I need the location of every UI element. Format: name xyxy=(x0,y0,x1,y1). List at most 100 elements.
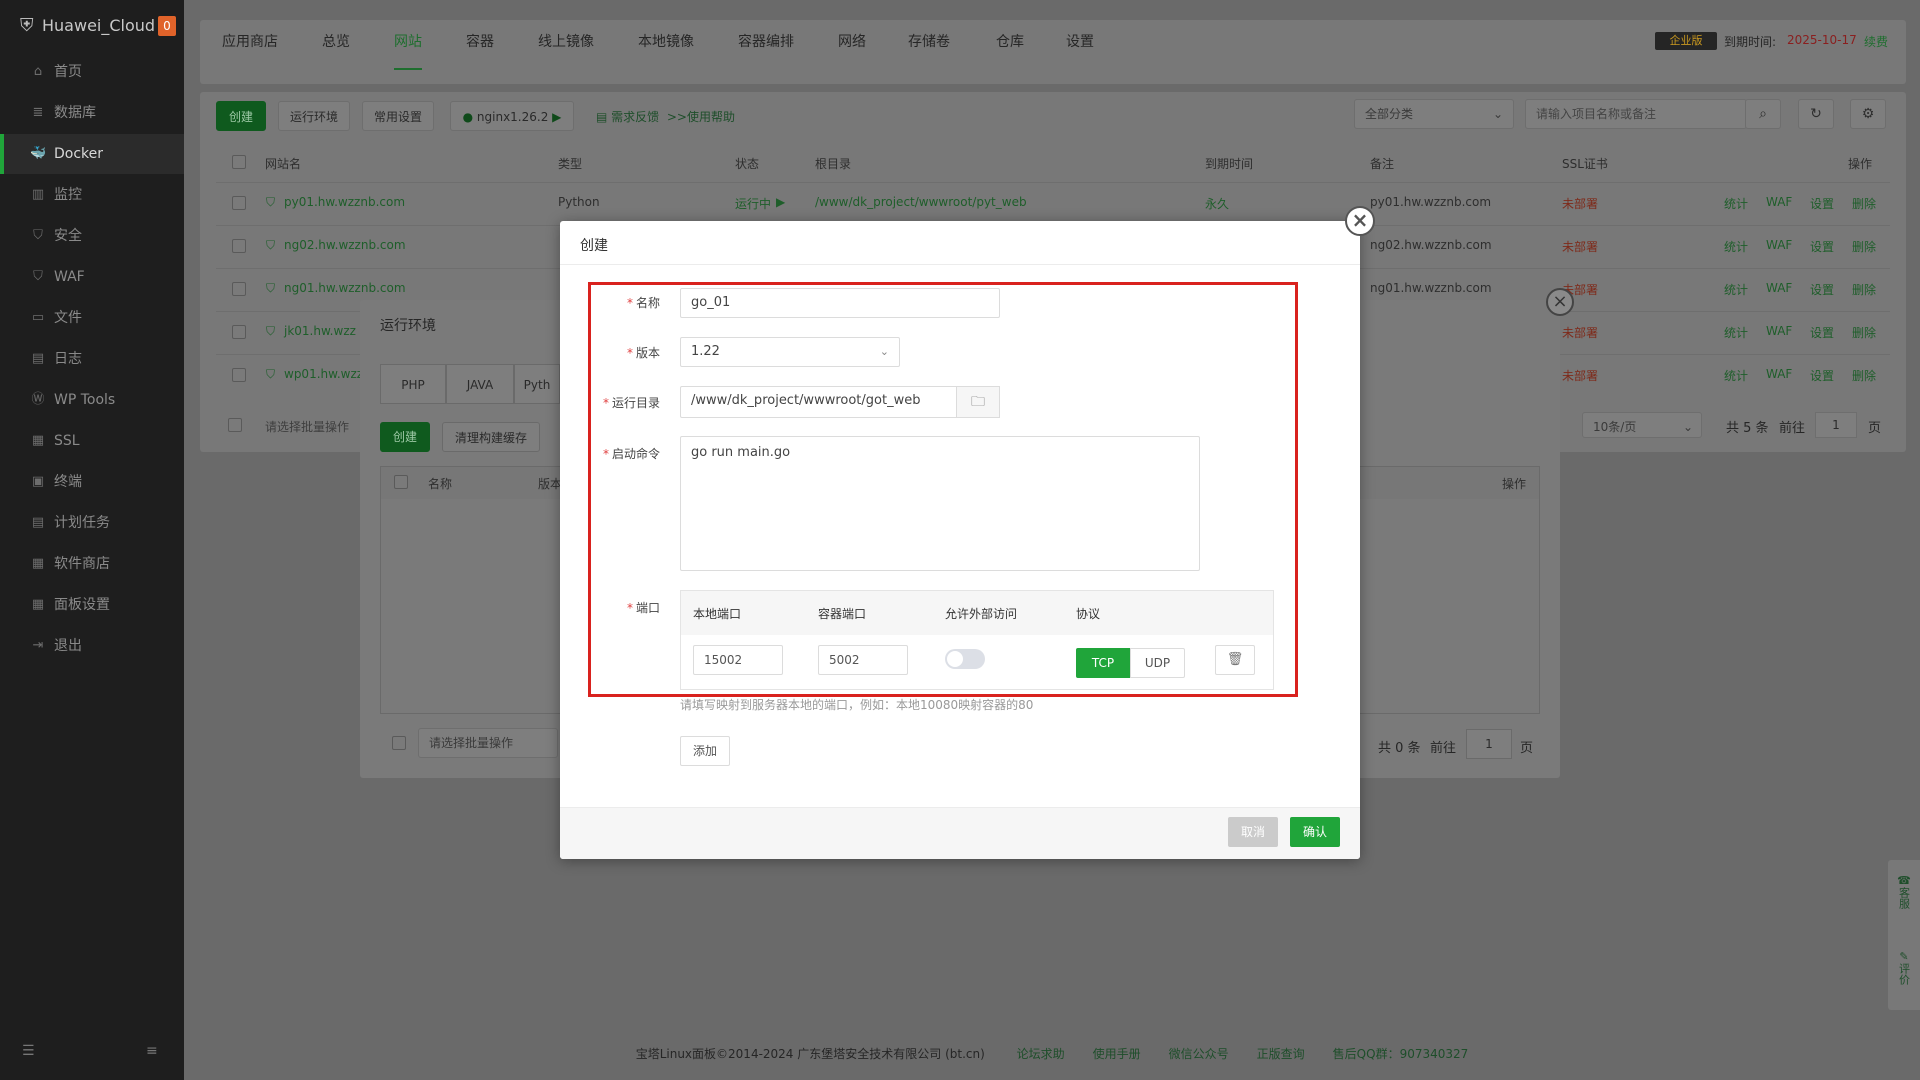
search-button[interactable]: ⌕ xyxy=(1745,99,1781,129)
site-ssl-status[interactable]: 未部署 xyxy=(1562,195,1598,212)
site-action-link[interactable]: 设置 xyxy=(1810,367,1834,384)
page-size-select[interactable]: 10条/页 ⌄ xyxy=(1582,412,1702,438)
sidebar-item[interactable]: Ⓦ WP Tools xyxy=(0,380,184,420)
site-status[interactable]: 运行中 xyxy=(735,195,771,212)
sidebar-item[interactable]: ▤ 计划任务 xyxy=(0,503,184,543)
top-tab[interactable]: 设置 xyxy=(1066,20,1094,84)
message-badge[interactable]: 0 xyxy=(158,16,176,36)
sidebar-item[interactable]: ≣ 数据库 xyxy=(0,93,184,133)
select-all-checkbox[interactable] xyxy=(232,155,246,169)
site-remark[interactable]: ng01.hw.wzznb.com xyxy=(1370,281,1492,295)
site-name-link[interactable]: wp01.hw.wzz xyxy=(284,367,363,381)
env-batch-select[interactable]: 请选择批量操作 xyxy=(418,728,558,758)
help-link[interactable]: >>使用帮助 xyxy=(667,110,735,124)
site-name-link[interactable]: py01.hw.wzznb.com xyxy=(284,195,405,209)
top-tab[interactable]: 网络 xyxy=(838,20,866,84)
site-action-link[interactable]: 统计 xyxy=(1724,195,1748,212)
sidebar-item[interactable]: ⇥ 退出 xyxy=(0,626,184,666)
top-tab[interactable]: 存储卷 xyxy=(908,20,950,84)
site-action-link[interactable]: 统计 xyxy=(1724,238,1748,255)
top-tab[interactable]: 本地镜像 xyxy=(638,20,694,84)
site-col-header[interactable]: 类型 xyxy=(558,155,582,172)
env-tab[interactable]: JAVA xyxy=(446,364,514,404)
sidebar-item[interactable]: ⛉ 安全 xyxy=(0,216,184,256)
site-action-link[interactable]: WAF xyxy=(1766,281,1792,295)
site-action-link[interactable]: 删除 xyxy=(1852,238,1876,255)
site-action-link[interactable]: 统计 xyxy=(1724,324,1748,341)
sidebar-item[interactable]: ▭ 文件 xyxy=(0,298,184,338)
site-action-link[interactable]: 设置 xyxy=(1810,195,1834,212)
top-tab[interactable]: 容器编排 xyxy=(738,20,794,84)
site-action-link[interactable]: 删除 xyxy=(1852,195,1876,212)
footer-link[interactable]: 微信公众号 xyxy=(1169,1047,1229,1061)
site-ssl-status[interactable]: 未部署 xyxy=(1562,238,1598,255)
site-action-link[interactable]: WAF xyxy=(1766,195,1792,209)
site-root-link[interactable]: /www/dk_project/wwwroot/pyt_web xyxy=(815,195,1027,209)
env-select-all-checkbox[interactable] xyxy=(394,475,408,489)
site-action-link[interactable]: 统计 xyxy=(1724,281,1748,298)
top-tab[interactable]: 线上镜像 xyxy=(538,20,594,84)
sidebar-item[interactable]: ⌂ 首页 xyxy=(0,52,184,92)
row-checkbox[interactable] xyxy=(232,368,246,382)
pager-page-input[interactable]: 1 xyxy=(1815,412,1857,438)
site-remark[interactable]: ng02.hw.wzznb.com xyxy=(1370,238,1492,252)
table-settings-button[interactable]: ⚙ xyxy=(1850,99,1886,129)
modal-close-button[interactable]: × xyxy=(1345,206,1375,236)
top-tab[interactable]: 网站 xyxy=(394,20,422,84)
menu-toggle-icon[interactable]: ≡ xyxy=(146,1043,158,1059)
batch-select[interactable]: 请选择批量操作 xyxy=(265,418,349,435)
env-tab[interactable]: PHP xyxy=(380,364,446,404)
feedback-link[interactable]: ▤ 需求反馈 >>使用帮助 xyxy=(596,108,735,125)
site-name-link[interactable]: ng02.hw.wzznb.com xyxy=(284,238,406,252)
logo-row[interactable]: ⛨ Huawei_Cloud 0 xyxy=(0,0,184,52)
row-checkbox[interactable] xyxy=(232,282,246,296)
site-action-link[interactable]: 统计 xyxy=(1724,367,1748,384)
env-batch-checkbox[interactable] xyxy=(392,736,406,750)
site-action-link[interactable]: 设置 xyxy=(1810,281,1834,298)
site-action-link[interactable]: 删除 xyxy=(1852,324,1876,341)
site-ssl-status[interactable]: 未部署 xyxy=(1562,367,1598,384)
collapse-left-icon[interactable]: ☰ xyxy=(22,1043,35,1059)
run-env-close-button[interactable]: × xyxy=(1546,288,1574,316)
top-tab[interactable]: 仓库 xyxy=(996,20,1024,84)
create-site-button[interactable]: 创建 xyxy=(216,101,266,131)
sidebar-item[interactable]: 🐳 Docker xyxy=(0,134,184,174)
site-ssl-status[interactable]: 未部署 xyxy=(1562,324,1598,341)
sidebar-item[interactable]: ▦ 软件商店 xyxy=(0,544,184,584)
site-action-link[interactable]: 设置 xyxy=(1810,238,1834,255)
env-create-button[interactable]: 创建 xyxy=(380,422,430,452)
site-action-link[interactable]: 删除 xyxy=(1852,367,1876,384)
sidebar-item[interactable]: ▦ 面板设置 xyxy=(0,585,184,625)
refresh-button[interactable]: ↻ xyxy=(1798,99,1834,129)
sidebar-item[interactable]: ▥ 监控 xyxy=(0,175,184,215)
review-button[interactable]: ✎ 评价 xyxy=(1890,950,1918,988)
customer-service-button[interactable]: ☎ 客服 xyxy=(1890,874,1918,912)
site-action-link[interactable]: WAF xyxy=(1766,238,1792,252)
row-checkbox[interactable] xyxy=(232,196,246,210)
site-search-input[interactable]: 请输入项目名称或备注 xyxy=(1525,99,1747,129)
top-tab[interactable]: 总览 xyxy=(322,20,350,84)
site-action-link[interactable]: 设置 xyxy=(1810,324,1834,341)
add-port-button[interactable]: 添加 xyxy=(680,736,730,766)
site-remark[interactable]: py01.hw.wzznb.com xyxy=(1370,195,1491,209)
site-expire[interactable]: 永久 xyxy=(1205,195,1229,212)
site-name-link[interactable]: jk01.hw.wzz xyxy=(284,324,356,338)
site-action-link[interactable]: WAF xyxy=(1766,324,1792,338)
footer-link[interactable]: 正版查询 xyxy=(1257,1047,1305,1061)
footer-link[interactable]: 售后QQ群：907340327 xyxy=(1333,1047,1469,1061)
batch-checkbox[interactable] xyxy=(228,418,242,432)
common-settings-button[interactable]: 常用设置 xyxy=(362,101,434,131)
site-name-link[interactable]: ng01.hw.wzznb.com xyxy=(284,281,406,295)
top-tab[interactable]: 应用商店 xyxy=(222,20,278,84)
footer-link[interactable]: 论坛求助 xyxy=(1017,1047,1065,1061)
footer-link[interactable]: 使用手册 xyxy=(1093,1047,1141,1061)
sidebar-item[interactable]: ▣ 终端 xyxy=(0,462,184,502)
site-action-link[interactable]: WAF xyxy=(1766,367,1792,381)
run-env-button[interactable]: 运行环境 xyxy=(278,101,350,131)
env-tab[interactable]: Pyth xyxy=(514,364,560,404)
renew-link[interactable]: 续费 xyxy=(1864,33,1888,50)
sidebar-item[interactable]: ▤ 日志 xyxy=(0,339,184,379)
sidebar-item[interactable]: ⛉ WAF xyxy=(0,257,184,297)
clear-build-cache-button[interactable]: 清理构建缓存 xyxy=(442,422,540,452)
sidebar-item[interactable]: ▦ SSL xyxy=(0,421,184,461)
